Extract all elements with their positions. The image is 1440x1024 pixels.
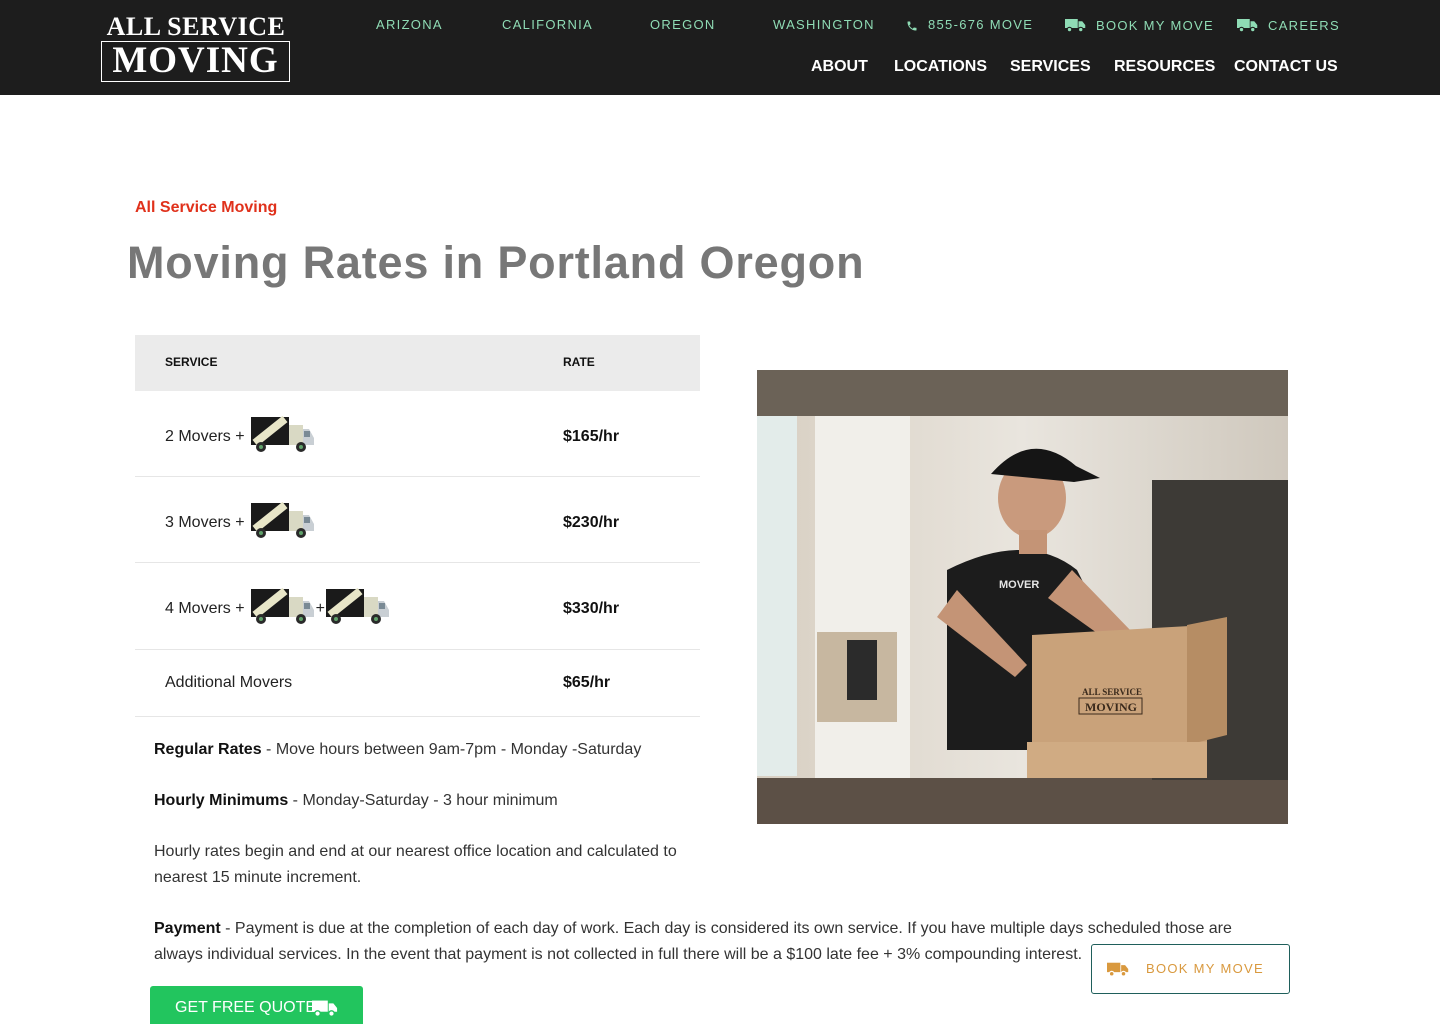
moving-truck-icon: [250, 501, 315, 545]
hourly-minimums-detail: - Monday-Saturday - 3 hour minimum: [288, 792, 558, 809]
nav-resources[interactable]: RESOURCES: [1114, 58, 1215, 76]
service-label: 4 Movers +: [165, 600, 245, 617]
truck-icon: [1237, 19, 1258, 33]
service-label: Additional Movers: [165, 674, 293, 691]
shirt-text: MOVER: [999, 579, 1039, 591]
regular-rates-label: Regular Rates: [154, 741, 262, 758]
nav-services[interactable]: SERVICES: [1010, 58, 1091, 76]
regular-rates-text: Regular Rates - Move hours between 9am-7…: [154, 737, 714, 763]
hourly-minimums-text: Hourly Minimums - Monday-Saturday - 3 ho…: [154, 788, 714, 814]
service-cell: 4 Movers + +: [165, 587, 390, 631]
moving-truck-icon: [325, 587, 390, 631]
get-free-quote-button[interactable]: GET FREE QUOTE: [150, 986, 363, 1024]
truck-icon: [1065, 19, 1086, 33]
hourly-rates-note: Hourly rates begin and end at our neares…: [154, 843, 677, 886]
service-label: 2 Movers +: [165, 428, 245, 445]
site-header: ALL SERVICE MOVING ARIZONA CALIFORNIA OR…: [0, 0, 1440, 95]
truck-icon: [1107, 962, 1129, 977]
book-my-move-label: BOOK MY MOVE: [1096, 18, 1214, 33]
table-header: SERVICE RATE: [135, 335, 700, 391]
truck-icon: [312, 1000, 338, 1018]
rate-cell: $230/hr: [563, 514, 620, 531]
moving-truck-icon: [250, 415, 315, 459]
logo[interactable]: ALL SERVICE MOVING: [101, 13, 291, 83]
nav-oregon[interactable]: OREGON: [650, 17, 716, 33]
table-row: 3 Movers + $230/hr: [135, 477, 700, 563]
payment-label: Payment: [154, 920, 221, 937]
rates-table: SERVICE RATE 2 Movers + $165/hr 3 Movers…: [135, 335, 700, 717]
nav-about[interactable]: ABOUT: [811, 58, 868, 76]
nav-locations[interactable]: LOCATIONS: [894, 58, 987, 76]
regular-rates-detail: - Move hours between 9am-7pm - Monday -S…: [261, 741, 642, 758]
nav-arizona[interactable]: ARIZONA: [376, 17, 443, 33]
book-my-move-link[interactable]: BOOK MY MOVE: [1065, 17, 1214, 34]
nav-california[interactable]: CALIFORNIA: [502, 17, 593, 33]
plus-sign: +: [315, 600, 325, 617]
nav-contact-us[interactable]: CONTACT US: [1234, 58, 1338, 76]
eyebrow-label: All Service Moving: [135, 199, 278, 216]
phone-icon: [907, 21, 917, 31]
hourly-minimums-label: Hourly Minimums: [154, 792, 289, 809]
phone-label: 855-676 MOVE: [928, 17, 1034, 32]
column-header-service: SERVICE: [165, 355, 218, 369]
careers-link[interactable]: CAREERS: [1237, 17, 1340, 34]
column-header-rate: RATE: [563, 355, 595, 369]
nav-washington[interactable]: WASHINGTON: [773, 17, 875, 33]
service-label: 3 Movers +: [165, 514, 245, 531]
logo-top-text: ALL SERVICE: [106, 12, 286, 41]
box-text-top: ALL SERVICE: [1082, 687, 1142, 697]
table-row: Additional Movers $65/hr: [135, 650, 700, 717]
phone-link[interactable]: 855-676 MOVE: [906, 17, 1033, 33]
rate-cell: $165/hr: [563, 428, 620, 445]
service-cell: Additional Movers: [165, 673, 292, 693]
rate-cell: $330/hr: [563, 600, 620, 617]
page-title: Moving Rates in Portland Oregon: [127, 237, 865, 288]
rate-cell: $65/hr: [563, 674, 611, 691]
floating-book-my-move-button[interactable]: BOOK MY MOVE: [1091, 944, 1290, 994]
service-cell: 2 Movers +: [165, 415, 315, 459]
logo-bottom-text: MOVING: [101, 41, 290, 82]
service-cell: 3 Movers +: [165, 501, 315, 545]
moving-truck-icon: [250, 587, 315, 631]
careers-label: CAREERS: [1268, 18, 1340, 33]
mover-photo: MOVER ALL SERVICE MOVING: [757, 370, 1288, 824]
floating-book-my-move-label: BOOK MY MOVE: [1146, 961, 1264, 976]
table-row: 4 Movers + + $330/hr: [135, 563, 700, 650]
table-row: 2 Movers + $165/hr: [135, 391, 700, 477]
payment-detail: - Payment is due at the completion of ea…: [154, 920, 1232, 963]
get-free-quote-label: GET FREE QUOTE: [175, 999, 317, 1016]
box-text-bottom: MOVING: [1085, 700, 1137, 714]
